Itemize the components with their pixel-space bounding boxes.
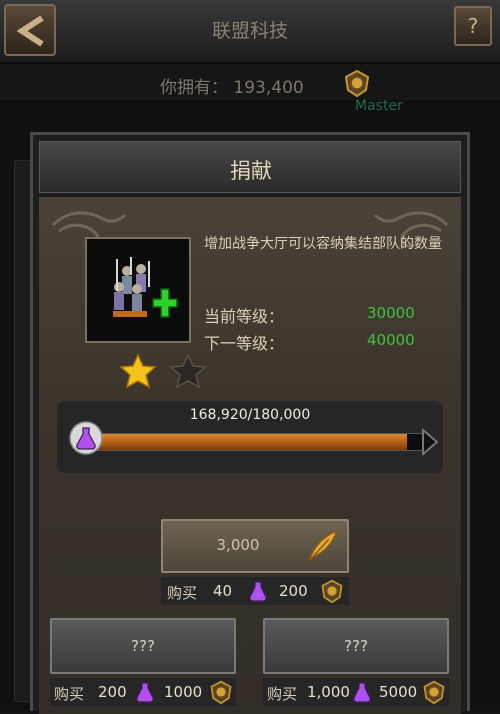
medal-icon xyxy=(344,69,370,98)
donate-right-info: 购买 1,000 5000 xyxy=(263,678,449,706)
donate-right-cost: 5000 xyxy=(379,683,418,701)
donate-left-buy-label: 购买 xyxy=(54,685,85,703)
next-level-label: 下一等级： xyxy=(204,334,285,353)
current-level-label: 当前等级： xyxy=(204,307,285,326)
donate-main-cost: 200 xyxy=(279,582,308,600)
tech-description: 增加战争大厅可以容纳集结部队的数量 xyxy=(204,236,442,252)
potion-icon xyxy=(249,581,267,602)
donate-right-label: ??? xyxy=(344,637,368,655)
donate-left-label: ??? xyxy=(131,637,155,655)
medal-icon xyxy=(423,680,445,705)
progress-text: 168,920/180,000 xyxy=(189,407,311,423)
donate-right-buy-count: 1,000 xyxy=(307,683,350,701)
next-level-value: 40000 xyxy=(367,331,415,349)
potion-icon xyxy=(69,421,103,455)
potion-icon xyxy=(353,682,371,703)
donate-left-cost: 1000 xyxy=(164,683,203,701)
back-button[interactable] xyxy=(4,4,56,56)
donate-main-buy-count: 40 xyxy=(213,582,233,600)
donate-main-button[interactable]: 3,000 xyxy=(161,519,349,573)
owned-label: 你拥有： xyxy=(160,78,228,98)
dialog-header: 捐献 xyxy=(39,141,461,193)
help-button[interactable]: ? xyxy=(454,6,492,46)
dialog-title: 捐献 xyxy=(230,159,272,183)
medal-icon xyxy=(210,680,232,705)
donate-main-amount: 3,000 xyxy=(216,536,260,554)
question-icon: ? xyxy=(467,14,479,38)
donate-main-info: 购买 40 200 xyxy=(161,577,349,605)
background-text: Master xyxy=(355,98,403,114)
star-filled-icon xyxy=(119,353,157,389)
owned-display: 你拥有： 193,400 xyxy=(160,73,304,98)
progress-track xyxy=(91,433,429,451)
donation-progress: 168,920/180,000 xyxy=(57,401,443,473)
star-empty-icon xyxy=(169,353,207,389)
donate-left-info: 购买 200 1000 xyxy=(50,678,236,706)
current-level-value: 30000 xyxy=(367,304,415,322)
troops-icon xyxy=(113,257,178,318)
progress-fill xyxy=(92,434,408,450)
owned-value: 193,400 xyxy=(233,78,304,98)
donate-left-button[interactable]: ??? xyxy=(50,618,236,674)
donate-right-buy-label: 购买 xyxy=(267,685,298,703)
progress-arrow-icon xyxy=(422,427,439,457)
donate-right-button[interactable]: ??? xyxy=(263,618,449,674)
donate-main-buy-label: 购买 xyxy=(167,584,198,602)
potion-icon xyxy=(136,682,154,703)
back-arrow-icon xyxy=(16,15,44,47)
donate-left-buy-count: 200 xyxy=(98,683,127,701)
feather-icon xyxy=(308,529,339,562)
owned-bar: 你拥有： 193,400 xyxy=(0,64,500,100)
screen-title: 联盟科技 xyxy=(211,20,288,42)
troops-portrait xyxy=(85,237,191,343)
top-bar: 联盟科技 ? xyxy=(0,0,500,64)
medal-icon xyxy=(321,579,343,604)
